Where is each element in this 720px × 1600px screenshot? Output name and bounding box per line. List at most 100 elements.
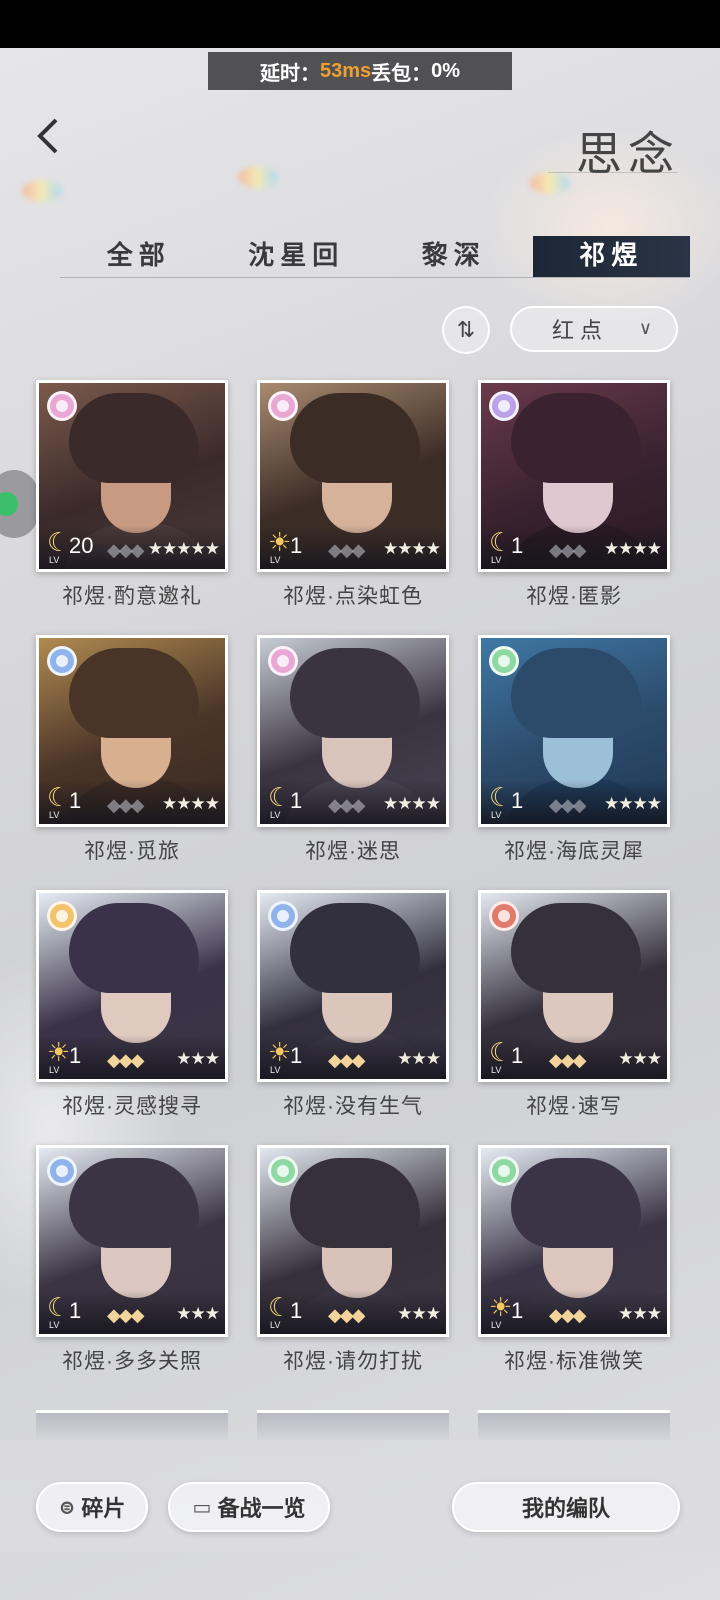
attribute-badge-icon (489, 391, 519, 421)
light-flare (22, 180, 62, 202)
star-rating: ★★★ (397, 1049, 441, 1068)
sun-icon: ☀ (489, 1292, 513, 1322)
card-name: 祁煜·没有生气 (283, 1095, 423, 1118)
filter-dropdown[interactable]: 红点 ∨ (510, 306, 678, 352)
lv-tag: LV (491, 810, 502, 820)
fragments-icon: ⊜ (58, 1495, 76, 1519)
rank-emblem-icon: ◆◆◆ (549, 540, 587, 560)
moon-icon: ☾ (47, 527, 71, 557)
card-figure-hair (511, 1158, 641, 1248)
star-rating: ★★★★★ (147, 539, 220, 558)
card-name: 祁煜·多多关照 (62, 1350, 202, 1373)
card-level: 1 (511, 533, 524, 558)
tab-3[interactable]: 祁煜 (532, 236, 690, 277)
prep-overview-button[interactable]: ▭ 备战一览 (168, 1482, 330, 1532)
card-item[interactable]: ☾ LV 1 ◆◆◆ ★★★ 祁煜·多多关照 (36, 1145, 228, 1375)
fragments-button[interactable]: ⊜ 碎片 (36, 1482, 148, 1532)
star-rating: ★★★★ (604, 539, 662, 558)
back-arrow-icon (37, 118, 58, 154)
card-figure-hair (69, 903, 199, 993)
rank-emblem-icon: ◆◆◆ (328, 1305, 366, 1325)
tab-2[interactable]: 黎深 (375, 236, 533, 277)
lv-tag: LV (49, 555, 60, 565)
card-peek[interactable] (257, 1410, 449, 1440)
card-art-frame[interactable]: ☾ LV 1 ◆◆◆ ★★★ (36, 1145, 228, 1337)
card-art-frame[interactable]: ☾ LV 1 ◆◆◆ ★★★★ (478, 635, 670, 827)
tab-0[interactable]: 全部 (60, 236, 218, 277)
lv-tag: LV (270, 1320, 281, 1330)
moon-icon: ☾ (268, 782, 292, 812)
attribute-badge-icon (268, 391, 298, 421)
card-item[interactable]: ☾ LV 1 ◆◆◆ ★★★★ 祁煜·觅旅 (36, 635, 228, 865)
rank-emblem-icon: ◆◆◆ (328, 540, 366, 560)
delay-value: 53ms (319, 59, 372, 82)
star-rating: ★★★ (618, 1304, 662, 1323)
card-art-frame[interactable]: ☾ LV 1 ◆◆◆ ★★★★ (257, 635, 449, 827)
chevron-down-icon: ∨ (638, 318, 658, 339)
card-item[interactable]: ☀ LV 1 ◆◆◆ ★★★ 祁煜·没有生气 (257, 890, 449, 1120)
card-figure-hair (511, 648, 641, 738)
card-name: 祁煜·觅旅 (84, 840, 180, 863)
side-float-button[interactable] (0, 470, 38, 538)
rank-emblem-icon: ◆◆◆ (549, 1050, 587, 1070)
sort-toggle-button[interactable]: ⇅ (442, 306, 490, 354)
lv-tag: LV (491, 1320, 502, 1330)
card-figure-hair (511, 903, 641, 993)
rank-emblem-icon: ◆◆◆ (107, 1050, 145, 1070)
card-item[interactable]: ☀ LV 1 ◆◆◆ ★★★ 祁煜·灵感搜寻 (36, 890, 228, 1120)
moon-icon: ☾ (489, 1037, 513, 1067)
my-team-button[interactable]: 我的编队 (452, 1482, 680, 1532)
card-name: 祁煜·酌意邀礼 (62, 585, 202, 608)
card-item[interactable]: ☾ LV 1 ◆◆◆ ★★★ 祁煜·请勿打扰 (257, 1145, 449, 1375)
card-item[interactable]: ☾ LV 1 ◆◆◆ ★★★★ 祁煜·匿影 (478, 380, 670, 610)
card-figure-hair (290, 903, 420, 993)
card-item[interactable]: ☾ LV 1 ◆◆◆ ★★★★ 祁煜·海底灵犀 (478, 635, 670, 865)
back-button[interactable] (30, 112, 70, 162)
card-art-frame[interactable]: ☾ LV 1 ◆◆◆ ★★★ (257, 1145, 449, 1337)
card-level: 1 (511, 1298, 524, 1323)
card-peek[interactable] (36, 1410, 228, 1440)
lv-tag: LV (491, 555, 502, 565)
card-level: 1 (69, 1298, 82, 1323)
card-level: 1 (69, 1043, 82, 1068)
card-name: 祁煜·灵感搜寻 (62, 1095, 202, 1118)
sun-icon: ☀ (47, 1037, 71, 1067)
card-art-frame[interactable]: ☀ LV 1 ◆◆◆ ★★★ (478, 1145, 670, 1337)
star-rating: ★★★★ (162, 794, 220, 813)
filter-selected-value: 红点 (552, 319, 609, 344)
moon-icon: ☾ (489, 527, 513, 557)
lv-tag: LV (491, 1065, 502, 1075)
card-item[interactable]: ☾ LV 1 ◆◆◆ ★★★ 祁煜·速写 (478, 890, 670, 1120)
attribute-badge-icon (47, 391, 77, 421)
card-figure-hair (290, 648, 420, 738)
card-item[interactable]: ☾ LV 1 ◆◆◆ ★★★★ 祁煜·迷思 (257, 635, 449, 865)
card-art-frame[interactable]: ☾ LV 1 ◆◆◆ ★★★★ (478, 380, 670, 572)
card-art-frame[interactable]: ☀ LV 1 ◆◆◆ ★★★ (36, 890, 228, 1082)
tab-1[interactable]: 沈星回 (218, 236, 376, 277)
card-name: 祁煜·海底灵犀 (504, 840, 644, 863)
card-item[interactable]: ☾ LV 20 ◆◆◆ ★★★★★ 祁煜·酌意邀礼 (36, 380, 228, 610)
star-rating: ★★★★ (604, 794, 662, 813)
rank-emblem-icon: ◆◆◆ (328, 1050, 366, 1070)
card-name: 祁煜·请勿打扰 (283, 1350, 423, 1373)
star-rating: ★★★★ (383, 539, 441, 558)
light-flare (238, 166, 278, 188)
card-item[interactable]: ☀ LV 1 ◆◆◆ ★★★★ 祁煜·点染虹色 (257, 380, 449, 610)
card-art-frame[interactable]: ☀ LV 1 ◆◆◆ ★★★ (257, 890, 449, 1082)
card-item[interactable]: ☀ LV 1 ◆◆◆ ★★★ 祁煜·标准微笑 (478, 1145, 670, 1375)
card-level: 1 (290, 533, 303, 558)
status-dot (0, 492, 18, 516)
card-art-frame[interactable]: ☾ LV 20 ◆◆◆ ★★★★★ (36, 380, 228, 572)
card-name: 祁煜·匿影 (526, 585, 622, 608)
card-peek[interactable] (478, 1410, 670, 1440)
card-art-frame[interactable]: ☀ LV 1 ◆◆◆ ★★★★ (257, 380, 449, 572)
card-level: 1 (290, 788, 303, 813)
lv-tag: LV (270, 1065, 281, 1075)
card-art-frame[interactable]: ☾ LV 1 ◆◆◆ ★★★ (478, 890, 670, 1082)
star-rating: ★★★ (176, 1304, 220, 1323)
card-art-frame[interactable]: ☾ LV 1 ◆◆◆ ★★★★ (36, 635, 228, 827)
title-decoration (548, 172, 678, 196)
packet-loss-value: 0% (431, 59, 461, 82)
card-figure-hair (69, 393, 199, 483)
lv-tag: LV (49, 1065, 60, 1075)
